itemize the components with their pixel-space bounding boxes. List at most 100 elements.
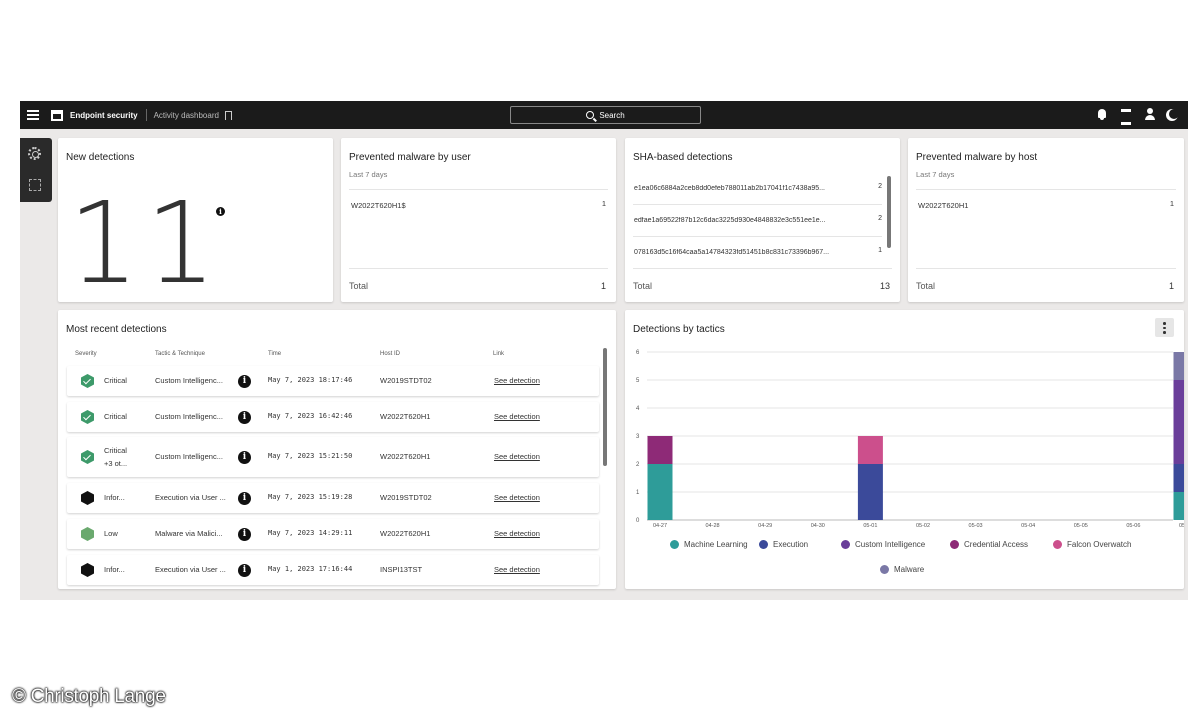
y-tick-label: 0 <box>636 518 640 524</box>
new-detections-card: New detections 11 i <box>58 138 333 302</box>
table-row[interactable]: Infor... Execution via User ... May 7, 202… <box>67 483 599 513</box>
total-label: Total <box>916 281 936 291</box>
severity-hexagon-icon <box>81 527 94 541</box>
see-detection-link[interactable]: See detection <box>494 412 540 421</box>
prevented-by-host-card: Prevented malware by host Last 7 days W2… <box>908 138 1184 302</box>
column-header-time[interactable]: Time <box>268 351 281 357</box>
user-icon[interactable] <box>1144 108 1156 121</box>
app-icon <box>51 109 63 121</box>
total-label: Total <box>349 281 369 291</box>
x-tick-label: 05-02 <box>916 523 930 529</box>
column-header-link[interactable]: Link <box>493 351 504 357</box>
legend-item[interactable]: Malware <box>880 565 924 574</box>
table-row[interactable]: Critical Custom Intelligenc... May 7, 2023… <box>67 366 599 396</box>
card-title: Detections by tactics <box>633 324 725 335</box>
scrollbar[interactable] <box>603 348 607 466</box>
see-detection-link[interactable]: See detection <box>494 376 540 385</box>
card-title: Prevented malware by user <box>349 152 471 163</box>
dashboard-screenshot: Endpoint security Activity dashboard Sea… <box>20 101 1188 600</box>
legend-label: Malware <box>894 565 925 574</box>
bar-segment[interactable] <box>1173 380 1185 464</box>
sha-hash[interactable]: 078163d5c16f64caa5a14784323fd51451b8c831… <box>634 249 870 256</box>
bookmark-icon[interactable] <box>224 110 232 120</box>
severity-label: Infor... <box>104 565 125 574</box>
more-options-button[interactable] <box>1155 318 1174 337</box>
sha-hash[interactable]: edfae1a69522f87b12c6dac3225d930e4848832e… <box>634 217 870 224</box>
y-tick-label: 2 <box>636 462 640 468</box>
card-title: SHA-based detections <box>633 152 733 163</box>
divider <box>145 109 147 121</box>
y-tick-label: 4 <box>636 406 640 412</box>
divider <box>633 268 892 269</box>
info-icon[interactable]: i <box>238 527 251 541</box>
bell-icon[interactable] <box>1096 108 1108 121</box>
legend-item[interactable]: Credential Access <box>950 540 1028 549</box>
bar-segment[interactable] <box>647 464 673 520</box>
legend-dot <box>841 540 850 549</box>
search-label: Search <box>599 110 625 120</box>
bar-segment[interactable] <box>1173 492 1185 520</box>
time-cell: May 7, 2023 15:21:50 <box>268 452 353 460</box>
see-detection-link[interactable]: See detection <box>494 452 540 461</box>
bar-segment[interactable] <box>1173 464 1185 492</box>
moon-icon[interactable] <box>1168 108 1180 121</box>
breadcrumb[interactable]: Activity dashboard <box>154 111 219 120</box>
new-detections-count: 11 <box>68 179 223 302</box>
divider <box>349 268 608 269</box>
sha-hash[interactable]: e1ea06c6884a2ceb8dd0efeb788011ab2b17041f… <box>634 185 870 192</box>
total-label: Total <box>633 281 653 291</box>
tactic-cell: Custom Intelligenc... <box>155 452 223 461</box>
severity-hexagon-icon <box>81 491 94 505</box>
column-header-tactic[interactable]: Tactic & Technique <box>155 351 205 357</box>
gear-icon[interactable] <box>28 147 41 160</box>
search-icon <box>586 111 595 119</box>
tactic-cell: Execution via User ... <box>155 565 226 574</box>
legend-item[interactable]: Falcon Overwatch <box>1053 540 1131 549</box>
bar-segment[interactable] <box>857 464 883 520</box>
severity-label: Infor... <box>104 493 125 502</box>
legend-label: Execution <box>773 540 809 549</box>
column-header-host[interactable]: Host ID <box>380 351 400 357</box>
legend-item[interactable]: Custom Intelligence <box>841 540 925 549</box>
list-icon[interactable] <box>1120 108 1132 125</box>
info-icon[interactable]: i <box>238 450 251 464</box>
total-value: 13 <box>879 281 890 291</box>
info-icon[interactable]: i <box>238 491 251 505</box>
legend-item[interactable]: Execution <box>759 540 808 549</box>
see-detection-link[interactable]: See detection <box>494 493 540 502</box>
sha-detections-card: SHA-based detections e1ea06c6884a2ceb8dd… <box>625 138 900 302</box>
info-icon[interactable]: i <box>238 563 251 577</box>
scrollbar[interactable] <box>887 176 891 248</box>
info-icon[interactable]: i <box>238 410 251 424</box>
side-rail <box>20 138 52 202</box>
table-row[interactable]: Infor... Execution via User ... May 1, 202… <box>67 555 599 585</box>
legend-item[interactable]: Machine Learning <box>670 540 748 549</box>
see-detection-link[interactable]: See detection <box>494 565 540 574</box>
see-detection-link[interactable]: See detection <box>494 529 540 538</box>
bar-segment[interactable] <box>857 436 883 464</box>
divider <box>633 236 882 237</box>
info-icon[interactable]: i <box>216 207 225 216</box>
column-header-severity[interactable]: Severity <box>75 351 97 357</box>
menu-icon[interactable] <box>27 110 39 120</box>
table-row[interactable]: +3 ot... Critical Custom Intelligenc... May… <box>67 437 599 477</box>
expand-icon[interactable] <box>29 179 41 191</box>
time-cell: May 7, 2023 15:19:28 <box>268 493 353 501</box>
bar-segment[interactable] <box>1173 352 1185 380</box>
user-row-label[interactable]: W2022T620H1$ <box>351 201 406 210</box>
host-cell: W2022T620H1 <box>380 529 431 538</box>
legend-dot <box>759 540 768 549</box>
table-row[interactable]: Critical Custom Intelligenc... May 7, 2023… <box>67 402 599 432</box>
divider <box>916 189 1176 190</box>
info-icon[interactable]: i <box>238 374 251 388</box>
bar-segment[interactable] <box>647 436 673 464</box>
search-input[interactable]: Search <box>510 106 701 124</box>
host-cell: W2019STDT02 <box>380 493 432 502</box>
severity-label: Low <box>104 529 118 538</box>
table-row[interactable]: Low Malware via Malici... May 7, 2023 14:2… <box>67 519 599 549</box>
sha-count: 2 <box>878 183 882 190</box>
host-row-label[interactable]: W2022T620H1 <box>918 201 968 210</box>
shield-check-icon <box>81 410 94 424</box>
tactics-chart-card: Detections by tactics 0 1 2 3 4 5 6 04-27 04-28 0… <box>625 310 1184 589</box>
app-name[interactable]: Endpoint security <box>70 111 138 120</box>
